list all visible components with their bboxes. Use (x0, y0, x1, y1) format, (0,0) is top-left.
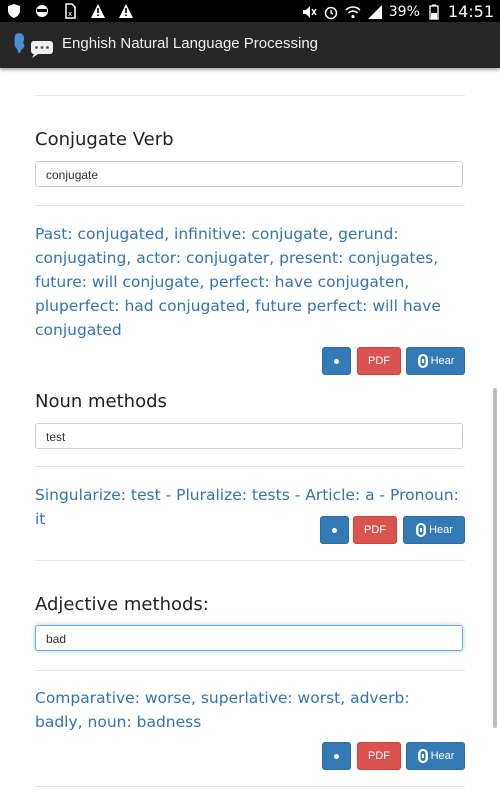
ninja-icon (36, 5, 48, 17)
dot-button[interactable] (322, 347, 351, 375)
dot-button[interactable] (322, 742, 351, 770)
status-right-icons: 39% 14:51 (301, 2, 494, 21)
warning-icon (119, 4, 133, 18)
app-logo-icon (14, 33, 53, 58)
pdf-button[interactable]: PDF (357, 742, 401, 770)
divider (35, 95, 465, 96)
divider (35, 670, 465, 671)
conjugate-verb-result: Past: conjugated, infinitive: conjugate,… (35, 225, 441, 339)
hear-button-label: Hear (429, 524, 453, 536)
conjugate-verb-input[interactable]: conjugate (35, 161, 463, 187)
clock: 14:51 (447, 2, 494, 21)
hear-icon (417, 354, 428, 368)
section-title-conjugate-verb: Conjugate Verb (35, 129, 174, 150)
hear-icon (416, 523, 427, 537)
alarm-icon (324, 6, 338, 19)
dot-icon (334, 753, 339, 759)
app-title: Enghish Natural Language Processing (62, 35, 319, 52)
section-title-noun-methods: Noun methods (35, 391, 167, 412)
signal-icon (367, 4, 382, 19)
status-bar: x 39% 14:51 (0, 0, 500, 22)
status-left-icons: x (6, 3, 134, 19)
main-content: Conjugate Verb conjugate Past: conjugate… (0, 68, 500, 800)
mute-icon (302, 5, 317, 18)
hear-button[interactable]: Hear (403, 516, 465, 544)
divider (35, 466, 465, 467)
hear-icon (417, 749, 428, 763)
pdf-button[interactable]: PDF (353, 516, 397, 544)
adjective-methods-input[interactable]: bad (35, 625, 463, 651)
battery-percentage: 39% (388, 3, 420, 20)
section-title-adjective-methods: Adjective methods: (35, 594, 209, 615)
divider (35, 786, 465, 787)
adjective-methods-result: Comparative: worse, superlative: worst, … (35, 689, 410, 731)
hear-button[interactable]: Hear (406, 742, 465, 770)
dot-button[interactable] (320, 516, 349, 544)
scrollbar[interactable] (493, 388, 497, 728)
sim-icon: x (65, 3, 76, 19)
warning-icon (91, 4, 105, 18)
divider (35, 560, 465, 561)
hear-button-label: Hear (430, 750, 455, 762)
battery-icon (429, 4, 439, 20)
hear-button[interactable]: Hear (406, 347, 465, 375)
dot-icon (334, 358, 339, 364)
noun-methods-input[interactable]: test (35, 423, 463, 449)
shield-icon (8, 4, 20, 18)
pdf-button[interactable]: PDF (357, 347, 401, 375)
divider (35, 205, 465, 206)
svg-text:x: x (68, 10, 72, 18)
dot-icon (332, 527, 337, 533)
wifi-icon (345, 5, 361, 18)
app-bar: Enghish Natural Language Processing (0, 22, 500, 68)
hear-button-label: Hear (430, 355, 455, 367)
